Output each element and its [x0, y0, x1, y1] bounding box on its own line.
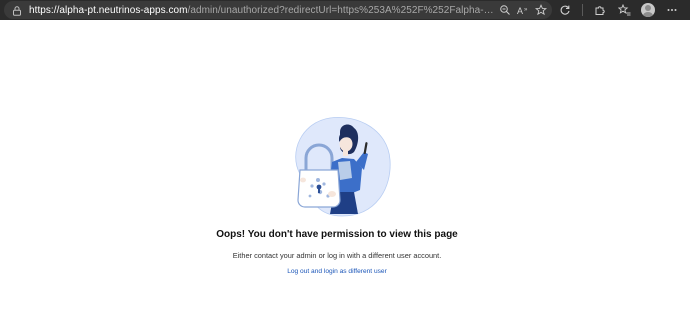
more-icon[interactable] [665, 3, 679, 17]
url-text[interactable]: https://alpha-pt.neutrinos-apps.com/admi… [29, 4, 499, 17]
zoom-icon[interactable] [498, 3, 512, 17]
profile-avatar[interactable] [641, 3, 655, 17]
read-aloud-icon[interactable]: A» [516, 3, 530, 17]
browser-toolbar: https://alpha-pt.neutrinos-apps.com/admi… [0, 0, 690, 20]
lock-icon[interactable] [11, 4, 23, 16]
permission-message: Either contact your admin or log in with… [232, 251, 442, 260]
url-host: https://alpha-pt.neutrinos-apps.com [29, 5, 188, 16]
page-title: Oops! You don't have permission to view … [216, 229, 458, 240]
browser-actions [558, 3, 679, 17]
toolbar-separator [582, 4, 583, 16]
favorite-star-icon[interactable] [534, 3, 548, 17]
favorites-icon[interactable] [617, 3, 631, 17]
svg-text:A: A [517, 6, 523, 16]
svg-text:»: » [524, 7, 528, 13]
refresh-icon[interactable] [558, 3, 572, 17]
unauthorized-illustration [280, 112, 400, 220]
logout-link[interactable]: Log out and login as different user [0, 268, 674, 275]
address-bar-icons: A» [498, 3, 548, 17]
extensions-icon[interactable] [593, 3, 607, 17]
address-bar[interactable]: https://alpha-pt.neutrinos-apps.com/admi… [4, 1, 552, 19]
url-path: /admin/unauthorized?redirectUrl=https%25… [187, 5, 499, 16]
